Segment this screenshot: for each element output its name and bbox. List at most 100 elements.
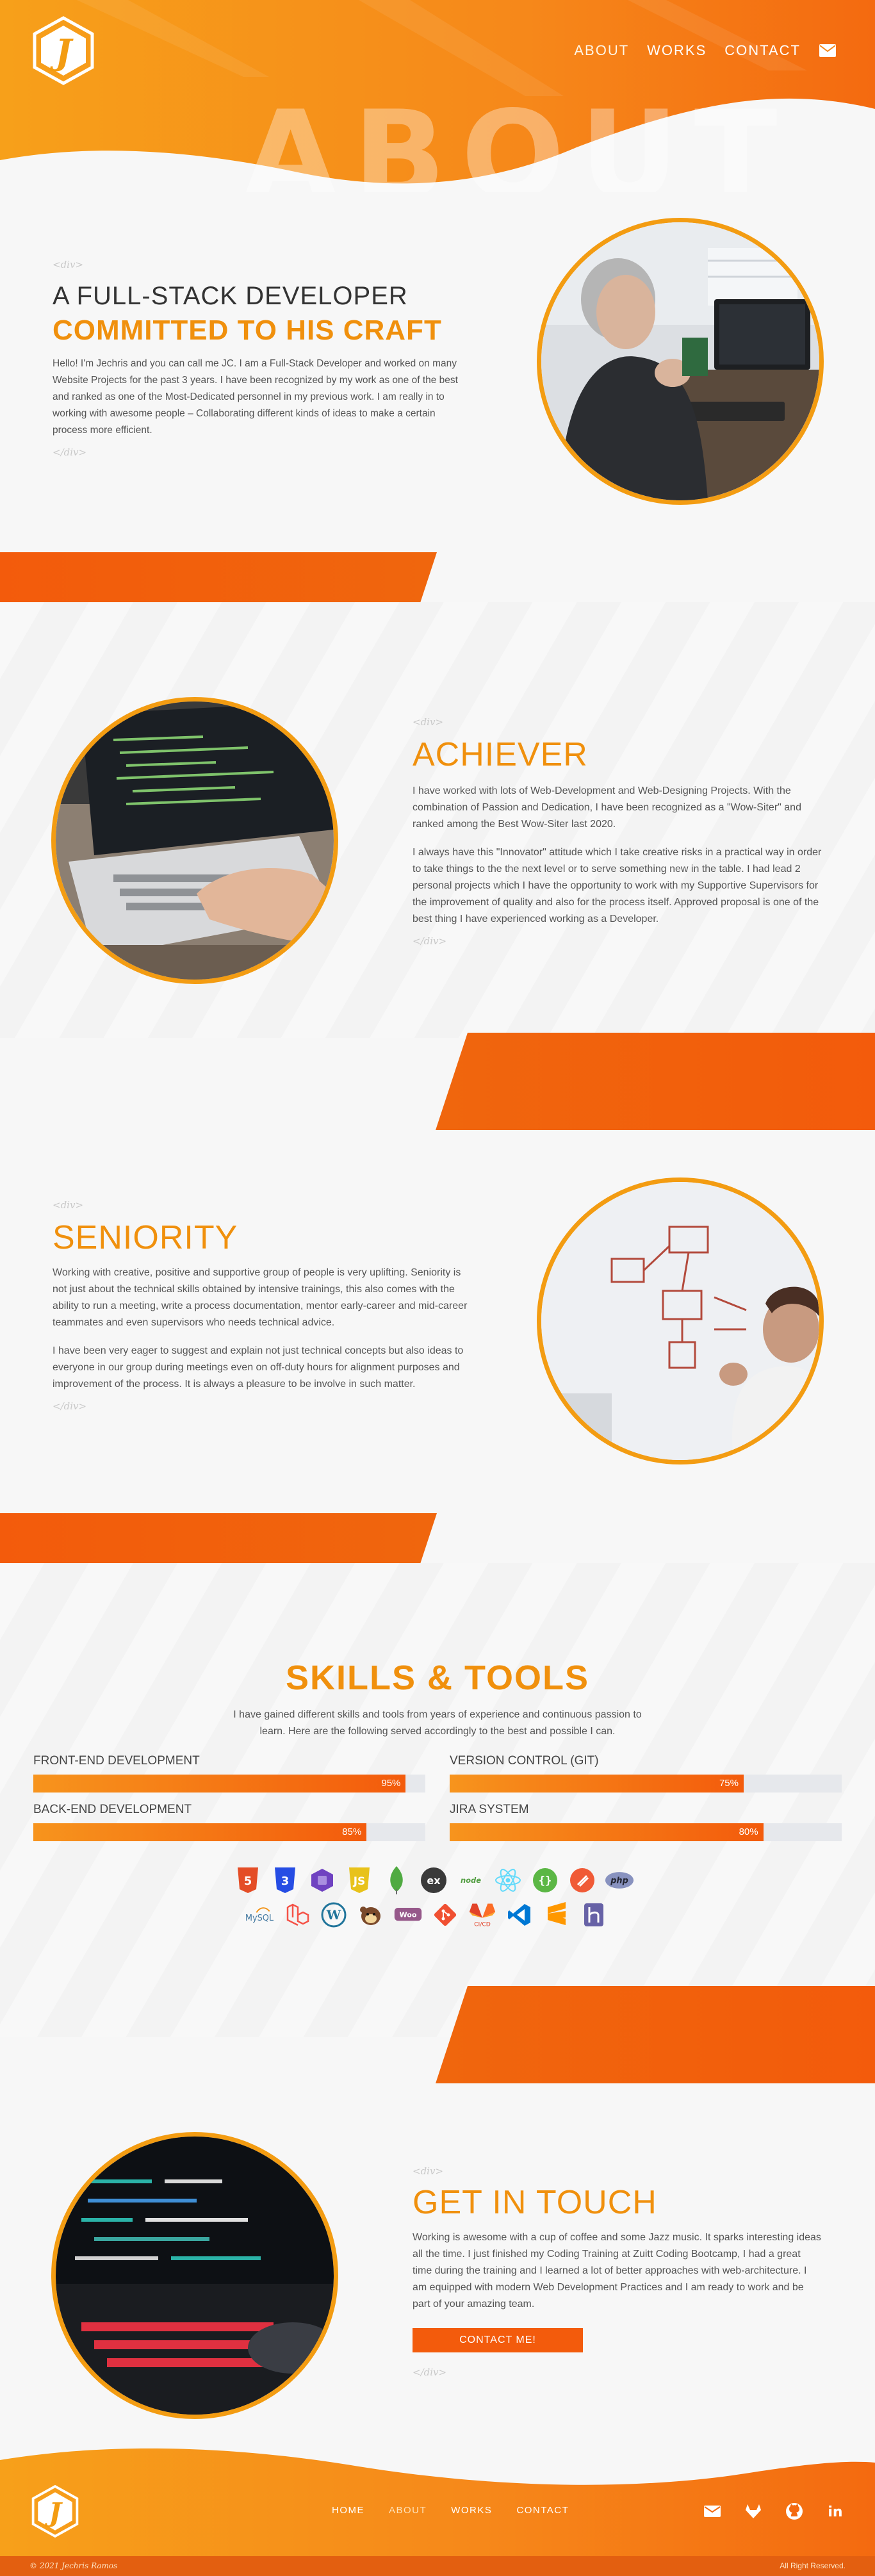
tool-icons-row-2: MySQL W Woo CI/CD (245, 1900, 609, 1930)
mongodb-icon (382, 1866, 411, 1895)
svg-text:JS: JS (353, 1875, 366, 1888)
envelope-icon[interactable] (703, 2502, 721, 2520)
nav-about[interactable]: ABOUT (574, 42, 629, 59)
footer-nav-about[interactable]: ABOUT (389, 2505, 427, 2516)
skills-background (0, 1563, 875, 2037)
skill-bar-track: 75% (450, 1775, 842, 1793)
swiper-icon (568, 1866, 597, 1895)
seniority-paragraph-1: Working with creative, positive and supp… (53, 1267, 468, 1328)
seniority-title: SENIORITY (53, 1219, 238, 1256)
skills-description: I have gained different skills and tools… (233, 1709, 642, 1737)
code-close-tag: </div> (53, 1400, 87, 1412)
mysql-icon: MySQL (245, 1900, 274, 1930)
tool-icons-row-1: 5 3 JS ex node {} php (233, 1866, 634, 1895)
intro-section: <div> A FULL-STACK DEVELOPER COMMITTED T… (53, 259, 462, 458)
orange-divider-right-2 (436, 1986, 875, 2083)
gitlab-icon[interactable] (744, 2502, 762, 2520)
linkedin-icon[interactable]: in (826, 2502, 844, 2520)
mailchimp-icon (356, 1900, 386, 1930)
contact-section: <div> GET IN TOUCH Working is awesome wi… (413, 2165, 822, 2324)
wordpress-icon: W (319, 1900, 348, 1930)
skill-bar-track: 95% (33, 1775, 425, 1793)
react-icon (493, 1866, 523, 1895)
footer-logo[interactable]: J (28, 2484, 82, 2538)
skill-git: VERSION CONTROL (GIT) 75% (450, 1754, 842, 1793)
svg-text:3: 3 (281, 1875, 290, 1888)
skill-percent: 95% (381, 1778, 401, 1789)
skill-bar-fill: 95% (33, 1775, 406, 1793)
rights-text: All Right Reserved. (780, 2561, 846, 2570)
intro-paragraph: Hello! I'm Jechris and you can call me J… (53, 358, 458, 436)
code-open-tag: <div> (53, 259, 84, 270)
code-close-tag: </div> (53, 447, 87, 458)
contact-paragraph: Working is awesome with a cup of coffee … (413, 2232, 821, 2309)
code-screen-photo (51, 2132, 338, 2419)
skill-label: JIRA SYSTEM (450, 1803, 529, 1816)
sublime-icon (542, 1900, 571, 1930)
footer-nav-contact[interactable]: CONTACT (516, 2505, 569, 2516)
nodejs-icon: node (456, 1866, 486, 1895)
laptop-typing-photo (51, 697, 338, 984)
skill-percent: 75% (719, 1778, 739, 1789)
code-close-tag: </div> (413, 2367, 447, 2378)
social-links: in (703, 2502, 844, 2520)
svg-text:CI/CD: CI/CD (474, 1921, 491, 1928)
vscode-icon (505, 1900, 534, 1930)
skill-label: BACK-END DEVELOPMENT (33, 1803, 192, 1816)
skill-jira: JIRA SYSTEM 80% (450, 1803, 842, 1841)
contact-me-button[interactable]: CONTACT ME! (413, 2328, 583, 2352)
svg-text:php: php (610, 1876, 628, 1886)
seniority-section: <div> SENIORITY Working with creative, p… (53, 1199, 475, 1412)
skill-label: VERSION CONTROL (GIT) (450, 1754, 599, 1768)
woocommerce-icon: Woo (393, 1900, 423, 1930)
nav-contact[interactable]: CONTACT (724, 42, 801, 59)
laravel-icon (282, 1900, 311, 1930)
skill-percent: 80% (739, 1826, 758, 1837)
skill-percent: 85% (342, 1826, 362, 1837)
code-open-tag: <div> (413, 716, 444, 728)
intro-title-thin: A FULL-STACK DEVELOPER (53, 282, 408, 310)
svg-text:{}: {} (539, 1875, 552, 1887)
javascript-icon: JS (345, 1866, 374, 1895)
footer-nav: HOME ABOUT WORKS CONTACT (332, 2505, 569, 2516)
site-logo[interactable]: J (28, 15, 99, 86)
express-icon: ex (419, 1866, 448, 1895)
footer-nav-home[interactable]: HOME (332, 2505, 364, 2516)
gitlab-cicd-icon: CI/CD (468, 1900, 497, 1930)
skill-bar-fill: 80% (450, 1823, 764, 1841)
site-footer: J HOME ABOUT WORKS CONTACT in © 2021 Jec… (0, 2441, 875, 2576)
svg-text:Woo: Woo (400, 1911, 417, 1919)
html5-icon: 5 (233, 1866, 263, 1895)
orange-divider-right (436, 1033, 875, 1130)
skill-bar-track: 80% (450, 1823, 842, 1841)
developer-desk-photo (537, 218, 824, 505)
contact-title: GET IN TOUCH (413, 2184, 657, 2221)
intro-title-bold: COMMITTED TO HIS CRAFT (53, 315, 442, 346)
skill-label: FRONT-END DEVELOPMENT (33, 1754, 200, 1768)
skill-bar-fill: 75% (450, 1775, 744, 1793)
svg-text:MySQL: MySQL (245, 1914, 274, 1923)
code-open-tag: <div> (53, 1199, 84, 1211)
svg-text:ex: ex (427, 1875, 441, 1887)
git-icon (430, 1900, 460, 1930)
achiever-section: <div> ACHIEVER I have worked with lots o… (413, 716, 829, 947)
hero-about-word: ABOUT (243, 85, 793, 193)
achiever-title: ACHIEVER (413, 736, 588, 773)
main-nav: ABOUT WORKS CONTACT (574, 42, 837, 59)
code-open-tag: <div> (413, 2165, 444, 2177)
nav-works[interactable]: WORKS (647, 42, 707, 59)
skill-frontend: FRONT-END DEVELOPMENT 95% (33, 1754, 425, 1793)
bootstrap-icon (307, 1866, 337, 1895)
svg-text:node: node (461, 1876, 481, 1885)
svg-text:in: in (828, 2504, 842, 2520)
site-header: ABOUT J ABOUT WORKS CONTACT (0, 0, 875, 192)
php-icon: php (605, 1866, 634, 1895)
svg-text:W: W (326, 1907, 341, 1923)
envelope-icon[interactable] (819, 44, 837, 58)
skill-bar-fill: 85% (33, 1823, 367, 1841)
github-icon[interactable] (785, 2502, 803, 2520)
footer-nav-works[interactable]: WORKS (451, 2505, 492, 2516)
skill-backend: BACK-END DEVELOPMENT 85% (33, 1803, 425, 1841)
seniority-paragraph-2: I have been very eager to suggest and ex… (53, 1345, 464, 1390)
skill-bar-track: 85% (33, 1823, 425, 1841)
